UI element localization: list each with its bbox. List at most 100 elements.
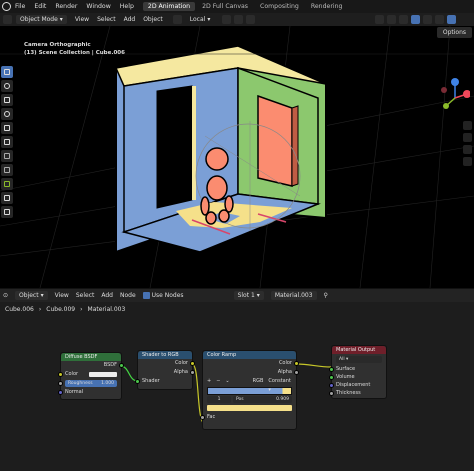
ne-menu-view[interactable]: View [55,292,69,299]
thickness-input-socket[interactable] [329,391,334,396]
ramp-alpha-output-socket[interactable] [294,370,299,375]
measure-tool-button[interactable] [1,164,13,176]
scale-tool-button[interactable] [1,122,13,134]
stop-color-swatch[interactable] [207,405,292,411]
color-ramp-node[interactable]: Color Ramp Color Alpha + − ⌄ RGB Constan… [200,350,299,430]
options-button[interactable]: Options [436,27,472,38]
vp-menu-add[interactable]: Add [124,16,136,23]
shader-input-socket[interactable] [135,379,140,384]
roughness-input-socket[interactable] [58,381,63,386]
use-nodes-checkbox[interactable]: Use Nodes [142,292,184,299]
roughness-field[interactable]: Roughness 1.000 [58,380,117,387]
remove-stop-button[interactable]: − [216,377,220,386]
gizmo-x-icon [463,90,470,98]
output-surface-input: Surface [329,365,386,373]
displacement-input-socket[interactable] [329,383,334,388]
zoom-icon[interactable] [463,121,472,130]
vp-menu-select[interactable]: Select [97,16,116,23]
snap-icon[interactable] [234,15,244,24]
transform-orientation-dropdown[interactable]: Local ▾ [186,15,215,24]
transform-tool-button[interactable] [1,136,13,148]
ne-menu-node[interactable]: Node [120,292,136,299]
material-selector[interactable]: Material.003 [270,291,317,300]
diffuse-color-row: Color [58,370,121,379]
color-output-socket[interactable] [190,361,195,366]
rotate-tool-button[interactable] [1,108,13,120]
shading-material-icon[interactable] [447,15,457,24]
ramp-color-output-socket[interactable] [294,361,299,366]
tab-rendering[interactable]: Rendering [306,2,348,11]
camera-view-icon[interactable] [463,145,472,154]
output-volume-input: Volume [329,373,386,381]
menu-file[interactable]: File [15,3,25,10]
move-tool-button[interactable] [1,94,13,106]
vp-menu-object[interactable]: Object [143,16,163,23]
vp-menu-view[interactable]: View [75,16,89,23]
stop-position-field[interactable]: Pos 0.909 [233,396,292,403]
diffuse-output-bsdf: BSDF [61,361,124,370]
color-ramp-gradient[interactable] [207,387,292,395]
diffuse-bsdf-node[interactable]: Diffuse BSDF BSDF Color Roughness 1.000 N… [58,352,124,400]
pin-icon[interactable]: ⚲ [324,292,328,299]
fac-input-socket[interactable] [200,415,205,420]
tab-2d-animation[interactable]: 2D Animation [142,2,196,11]
cursor-tool-button[interactable] [1,80,13,92]
pan-hand-icon[interactable] [463,133,472,142]
color-ramp-title: Color Ramp [203,351,296,359]
select-tool-button[interactable] [1,66,13,78]
overlay-toggle-icon[interactable] [399,15,409,24]
breadcrumb-object[interactable]: Cube.006 [5,306,34,313]
breadcrumb-material[interactable]: Material.003 [88,306,126,313]
visibility-icon[interactable] [375,15,385,24]
volume-input-socket[interactable] [329,375,334,380]
menu-render[interactable]: Render [55,3,77,10]
object-mode-dropdown[interactable]: Object Mode ▾ [16,15,67,24]
scene-canvas [0,26,474,288]
navigation-gizmo[interactable] [440,76,470,116]
color-input-socket[interactable] [58,372,63,377]
add-stop-button[interactable]: + [207,377,211,386]
shading-solid-icon[interactable] [435,15,445,24]
shader-to-rgb-node[interactable]: Shader to RGB Color Alpha Shader [135,350,195,390]
surface-input-socket[interactable] [329,367,334,372]
color-swatch[interactable] [89,372,117,377]
material-output-title: Material Output [332,346,386,354]
menu-help[interactable]: Help [120,3,134,10]
xray-icon[interactable] [411,15,421,24]
extra-tool-button-2[interactable] [1,206,13,218]
shader-to-rgb-color-output: Color [138,359,195,368]
pivot-icon[interactable] [222,15,232,24]
slot-label: Slot 1 [237,292,255,299]
ramp-mode-dropdown[interactable]: RGB [253,377,264,386]
alpha-output-socket[interactable] [190,370,195,375]
blender-logo-icon[interactable] [2,2,11,11]
shading-wire-icon[interactable] [423,15,433,24]
menu-edit[interactable]: Edit [34,3,46,10]
ne-menu-add[interactable]: Add [101,292,113,299]
bsdf-output-socket[interactable] [119,363,124,368]
ne-menu-select[interactable]: Select [76,292,95,299]
menu-window[interactable]: Window [86,3,110,10]
3d-viewport[interactable]: Camera Orthographic (13) Scene Collectio… [0,26,474,288]
ramp-interp-dropdown[interactable]: Constant ▾ [268,377,292,393]
node-editor-type-icon[interactable]: ⊙ [3,292,8,299]
add-cube-tool-button[interactable] [1,178,13,190]
output-target-dropdown[interactable]: All ▾ [336,356,382,363]
gizmo-toggle-icon[interactable] [387,15,397,24]
proportional-edit-icon[interactable] [246,15,256,24]
object-shader-dropdown[interactable]: Object ▾ [15,291,48,300]
ramp-menu-chevron-icon[interactable]: ⌄ [225,377,229,386]
normal-input-socket[interactable] [58,390,63,395]
tab-compositing[interactable]: Compositing [255,2,304,11]
material-output-node[interactable]: Material Output All ▾ Surface Volume Dis… [329,345,387,399]
tab-2d-full-canvas[interactable]: 2D Full Canvas [197,2,253,11]
slot-dropdown[interactable]: Slot 1 ▾ [233,291,264,300]
node-canvas[interactable]: Diffuse BSDF BSDF Color Roughness 1.000 N… [0,316,474,471]
extra-tool-button[interactable] [1,192,13,204]
stop-index-field[interactable]: 1 [207,396,231,403]
grid-toggle-icon[interactable] [463,157,472,166]
annotate-tool-button[interactable] [1,150,13,162]
breadcrumb-mesh[interactable]: Cube.009 [46,306,75,313]
transform-orientation-icon[interactable] [172,15,182,24]
editor-type-icon[interactable] [3,15,12,24]
